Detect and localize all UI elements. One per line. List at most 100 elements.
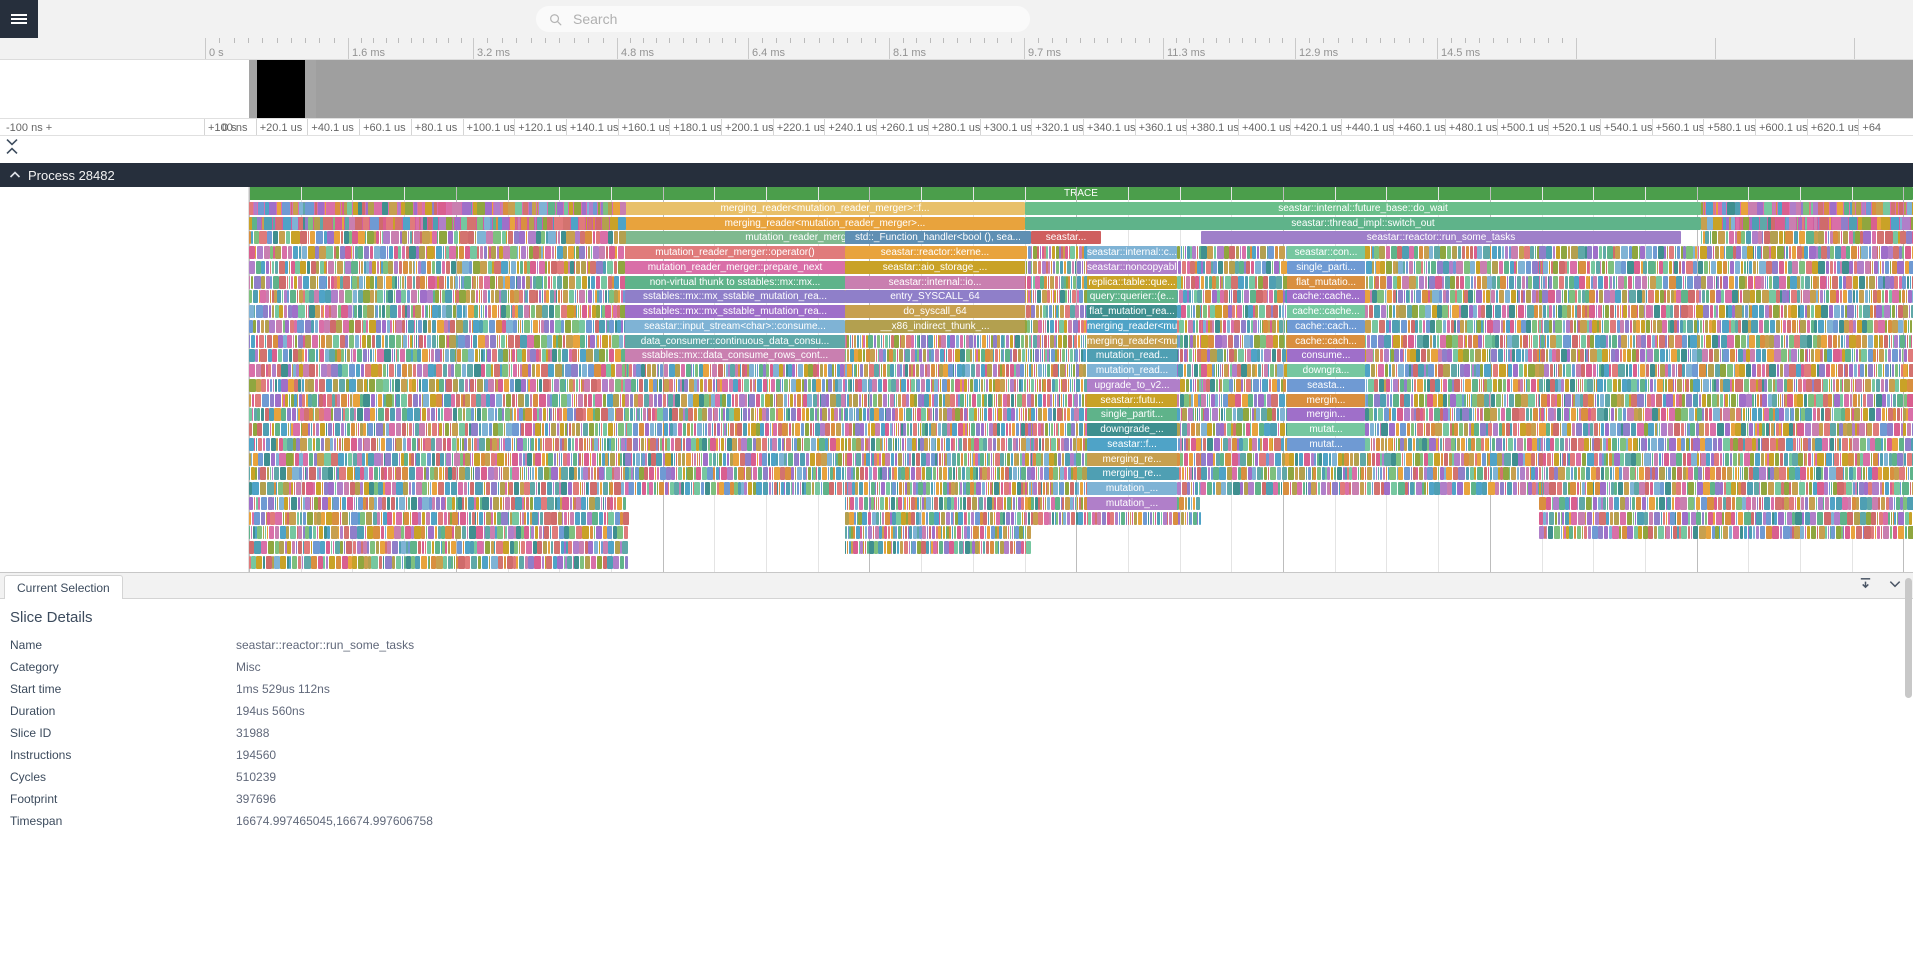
flamechart-slice[interactable] xyxy=(417,364,423,377)
flamechart-slice[interactable] xyxy=(549,305,554,318)
flamechart-slice[interactable] xyxy=(427,335,431,348)
flamechart-slice[interactable] xyxy=(993,335,996,348)
flamechart-slice[interactable] xyxy=(757,364,758,377)
flamechart-slice[interactable] xyxy=(367,335,372,348)
flamechart-slice[interactable] xyxy=(487,349,491,362)
flamechart-slice[interactable] xyxy=(345,261,350,274)
flamechart-slice[interactable] xyxy=(251,276,253,289)
flamechart-slice[interactable] xyxy=(521,246,527,259)
flamechart-slice[interactable] xyxy=(1433,335,1437,348)
flamechart-slice[interactable] xyxy=(1768,379,1773,392)
flamechart-slice[interactable] xyxy=(1602,349,1608,362)
flamechart-slice[interactable] xyxy=(465,394,470,407)
flamechart-slice[interactable] xyxy=(595,320,599,333)
flamechart-slice[interactable] xyxy=(1451,320,1454,333)
flamechart-slice[interactable] xyxy=(501,305,505,318)
flamechart-slice[interactable] xyxy=(285,394,288,407)
flamechart-slice[interactable] xyxy=(812,379,816,392)
flamechart-slice[interactable] xyxy=(923,349,927,362)
flamechart-slice[interactable] xyxy=(1531,335,1532,348)
flamechart-slice[interactable] xyxy=(489,320,495,333)
flamechart-slice[interactable] xyxy=(1856,202,1861,215)
flamechart-slice[interactable] xyxy=(1415,335,1416,348)
flamechart-slice[interactable] xyxy=(461,217,467,230)
flamechart-slice[interactable] xyxy=(1803,379,1806,392)
flamechart-slice[interactable] xyxy=(1510,261,1514,274)
flamechart-slice[interactable] xyxy=(1841,305,1844,318)
flamechart-slice[interactable] xyxy=(1651,305,1653,318)
flamechart-slice[interactable] xyxy=(343,320,349,333)
flamechart-slice[interactable] xyxy=(1630,320,1632,333)
flamechart-slice[interactable] xyxy=(1203,379,1206,392)
flamechart-slice[interactable] xyxy=(1384,335,1391,348)
flamechart-slice[interactable] xyxy=(1273,305,1278,318)
flamechart-slice[interactable] xyxy=(1493,364,1498,377)
flamechart-slice[interactable] xyxy=(1474,246,1477,259)
flamechart-slice[interactable] xyxy=(1389,305,1393,318)
flamechart-slice[interactable] xyxy=(1519,246,1524,259)
flamechart-slice[interactable] xyxy=(258,202,265,215)
flamechart-slice[interactable] xyxy=(1741,261,1743,274)
flamechart-slice[interactable] xyxy=(446,217,452,230)
flamechart-slice[interactable] xyxy=(517,261,519,274)
flamechart-slice[interactable] xyxy=(669,364,675,377)
flamechart-slice[interactable] xyxy=(1657,261,1658,274)
flamechart-slice[interactable] xyxy=(1623,305,1627,318)
flamechart-slice[interactable] xyxy=(1366,349,1372,362)
flamechart-slice[interactable] xyxy=(1071,364,1072,377)
flamechart-slice[interactable] xyxy=(1676,364,1677,377)
flamechart-slice[interactable] xyxy=(336,246,339,259)
flamechart-slice[interactable] xyxy=(1456,276,1459,289)
flamechart-slice[interactable] xyxy=(1508,364,1512,377)
flamechart-slice[interactable] xyxy=(1873,290,1877,303)
flamechart-slice[interactable] xyxy=(1805,276,1810,289)
flamechart-slice[interactable] xyxy=(1794,335,1800,348)
flamechart-slice[interactable] xyxy=(1450,290,1455,303)
flamechart-slice[interactable] xyxy=(249,246,255,259)
flamechart-slice[interactable] xyxy=(1474,320,1475,333)
flamechart-slice[interactable] xyxy=(275,305,279,318)
flamechart-slice[interactable] xyxy=(820,364,823,377)
flamechart-slice[interactable] xyxy=(1600,335,1606,348)
flamechart-slice[interactable] xyxy=(1670,320,1673,333)
flamechart-slice[interactable] xyxy=(1882,261,1885,274)
flamechart-slice[interactable] xyxy=(353,202,358,215)
flamechart-slice[interactable] xyxy=(1849,231,1853,244)
flamechart-slice[interactable] xyxy=(1628,276,1633,289)
flamechart-slice[interactable] xyxy=(388,290,393,303)
flamechart-slice[interactable] xyxy=(484,246,487,259)
flamechart-slice[interactable] xyxy=(1686,364,1692,377)
flamechart-slice[interactable] xyxy=(618,217,626,230)
flamechart-slice[interactable] xyxy=(279,231,285,244)
flamechart-slice[interactable] xyxy=(1277,349,1281,362)
flamechart-slice[interactable] xyxy=(1516,349,1521,362)
flamechart-slice[interactable] xyxy=(1892,290,1898,303)
flamechart-slice[interactable] xyxy=(1570,261,1577,274)
flamechart-slice[interactable] xyxy=(1550,335,1556,348)
flamechart-slice[interactable] xyxy=(1231,320,1234,333)
flamechart-slice[interactable] xyxy=(1563,335,1570,348)
flamechart-slice[interactable] xyxy=(1059,320,1063,333)
flamechart-slice[interactable] xyxy=(1178,364,1183,377)
flamechart-slice[interactable] xyxy=(1566,320,1570,333)
flamechart-slice[interactable] xyxy=(1629,290,1636,303)
overview-minimap[interactable] xyxy=(249,60,1913,118)
flamechart-slice[interactable] xyxy=(542,349,546,362)
flamechart-slice[interactable] xyxy=(1238,276,1244,289)
flamechart-slice[interactable] xyxy=(1894,276,1898,289)
flamechart-slice[interactable] xyxy=(576,276,581,289)
flamechart-slice[interactable] xyxy=(349,335,355,348)
flamechart-slice[interactable] xyxy=(966,335,969,348)
flamechart-slice[interactable] xyxy=(310,276,317,289)
flamechart-slice[interactable] xyxy=(1674,305,1679,318)
flamechart-slice[interactable] xyxy=(283,349,288,362)
flamechart-slice[interactable] xyxy=(1604,364,1608,377)
flamechart-slice[interactable] xyxy=(1443,290,1446,303)
flamechart-slice[interactable] xyxy=(418,261,421,274)
flamechart-slice[interactable] xyxy=(1661,305,1666,318)
flamechart-slice[interactable] xyxy=(1424,261,1425,274)
flamechart-slice[interactable] xyxy=(1183,290,1186,303)
flamechart-slice[interactable] xyxy=(503,202,508,215)
flamechart-slice[interactable] xyxy=(321,364,327,377)
flamechart-slice[interactable] xyxy=(1535,246,1536,259)
